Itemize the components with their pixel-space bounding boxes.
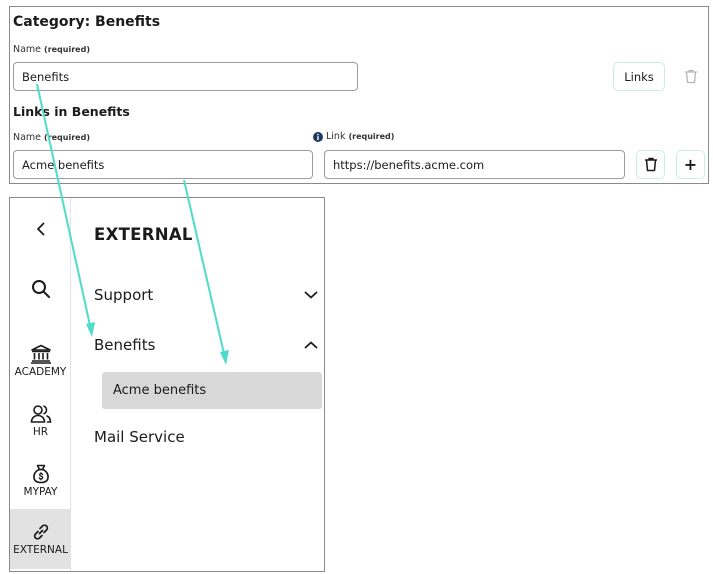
- link-name-label: Name (required): [13, 132, 90, 143]
- bank-icon: [30, 344, 51, 364]
- rail-item-academy[interactable]: ACADEMY: [10, 336, 71, 386]
- menu-title: EXTERNAL: [94, 225, 193, 244]
- category-name-input[interactable]: [13, 62, 358, 91]
- link-url-label: Link (required): [313, 131, 394, 142]
- chevron-up-icon: [304, 341, 318, 349]
- link-icon: [33, 524, 48, 540]
- add-link-button[interactable]: +: [676, 150, 705, 179]
- people-icon: [30, 405, 51, 423]
- chevron-left-icon: [36, 222, 44, 236]
- icon-rail: ACADEMY HR MYPAY EXTERNAL: [10, 198, 71, 571]
- info-icon: [313, 131, 323, 142]
- navigation-sidebar: ACADEMY HR MYPAY EXTERNAL EXTERNAL Suppo…: [9, 197, 325, 572]
- required-tag: (required): [44, 45, 90, 54]
- search-button[interactable]: [10, 274, 71, 304]
- category-editor-panel: Category: Benefits Name(required) Links …: [9, 6, 709, 184]
- money-bag-icon: [32, 464, 49, 484]
- collapse-sidebar-button[interactable]: [10, 214, 71, 244]
- rail-item-hr[interactable]: HR: [10, 396, 71, 446]
- rail-item-mypay[interactable]: MYPAY: [10, 456, 71, 506]
- trash-icon: [644, 157, 657, 172]
- chevron-down-icon: [304, 291, 318, 299]
- search-icon: [31, 280, 50, 298]
- link-url-input[interactable]: [324, 150, 625, 179]
- links-heading: Links in Benefits: [13, 104, 130, 119]
- trash-icon: [684, 69, 697, 84]
- menu-item-mail-service[interactable]: Mail Service: [94, 425, 318, 449]
- links-button[interactable]: Links: [613, 62, 665, 91]
- menu-item-benefits[interactable]: Benefits: [94, 333, 318, 357]
- delete-link-button[interactable]: [636, 150, 665, 179]
- menu-item-support[interactable]: Support: [94, 283, 318, 307]
- delete-category-button[interactable]: [676, 62, 705, 91]
- submenu-item-acme-benefits[interactable]: Acme benefits: [102, 372, 322, 409]
- link-name-input[interactable]: [13, 150, 313, 179]
- plus-icon: +: [683, 154, 698, 174]
- rail-item-external[interactable]: EXTERNAL: [10, 509, 71, 569]
- category-title: Category: Benefits: [13, 14, 161, 30]
- name-label: Name (required): [13, 44, 90, 55]
